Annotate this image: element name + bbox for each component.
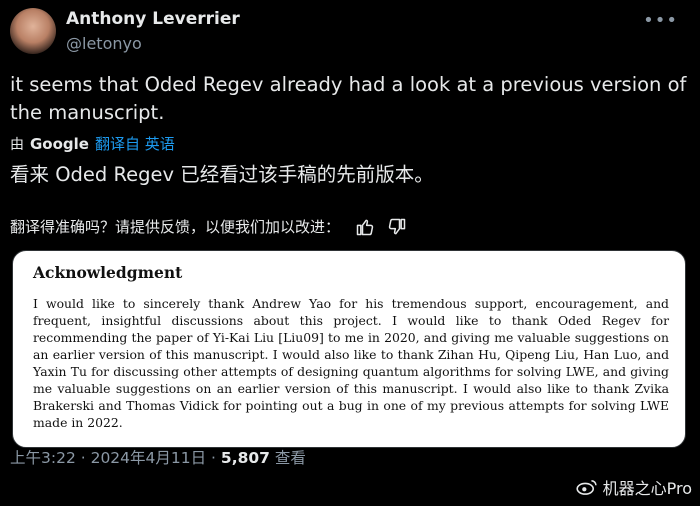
thumbs-up-icon[interactable] [354,217,376,237]
translated-text: 看来 Oded Regev 已经看过该手稿的先前版本。 [10,163,434,186]
watermark-text: 机器之心Pro [602,479,692,498]
card-heading: Acknowledgment [33,263,183,282]
translated-from-link[interactable]: 翻译自 英语 [95,133,175,154]
views-label: 查看 [274,449,306,467]
translation-feedback: 翻译得准确吗？请提供反馈，以便我们加以改进： [10,216,408,237]
translated-by-label: 由 [10,136,24,153]
author-handle[interactable]: @letonyo [66,34,142,53]
watermark: 机器之心Pro [576,475,692,499]
more-icon[interactable]: ••• [643,10,678,31]
avatar[interactable] [10,8,56,54]
author-name[interactable]: Anthony Leverrier [66,9,240,29]
translation-attribution: 由 Google 翻译自 英语 [10,133,175,154]
card-body: I would like to sincerely thank Andrew Y… [33,296,669,430]
views-count: 5,807 [220,449,270,467]
tweet-meta: 上午3:22 · 2024年4月11日 · 5,807 查看 [10,446,306,468]
google-logo: Google [30,134,89,153]
attached-image[interactable]: Acknowledgment I would like to sincerely… [12,250,686,448]
weibo-icon [576,479,597,495]
thumbs-down-icon[interactable] [386,217,408,237]
timestamp[interactable]: 上午3:22 · 2024年4月11日 · [10,449,216,467]
tweet-text: it seems that Oded Regev already had a l… [10,73,687,124]
feedback-prompt: 翻译得准确吗？请提供反馈，以便我们加以改进： [10,218,341,236]
